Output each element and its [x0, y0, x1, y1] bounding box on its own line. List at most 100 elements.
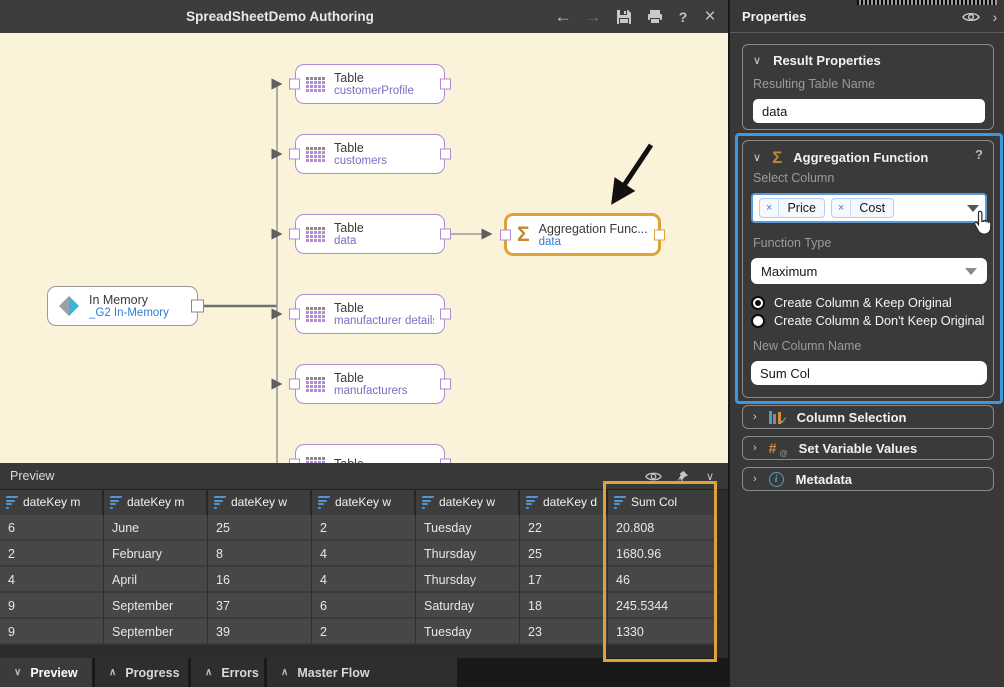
output-port[interactable] [191, 300, 204, 313]
tab-master-flow[interactable]: ∧ Master Flow [267, 658, 457, 687]
remove-chip-icon[interactable]: × [760, 199, 779, 217]
column-header[interactable]: dateKey m [0, 490, 104, 515]
eye-icon[interactable] [643, 468, 663, 485]
authoring-region: SpreadSheetDemo Authoring ← → ? × [0, 0, 728, 687]
column-header[interactable]: dateKey d [520, 490, 608, 515]
resulting-table-name-input[interactable] [753, 99, 985, 123]
collapse-panel-icon[interactable]: ∨ [700, 468, 720, 485]
section-title: Aggregation Function [793, 150, 928, 165]
eye-icon[interactable] [960, 7, 982, 26]
tab-progress[interactable]: ∧ Progress [95, 658, 188, 687]
node-title: In Memory [89, 293, 169, 307]
input-port[interactable] [500, 229, 511, 240]
table-row: 6 June 25 2 Tuesday 22 20.808 [0, 515, 718, 541]
table-cell: 2 [312, 619, 416, 645]
column-header[interactable]: dateKey w [312, 490, 416, 515]
print-icon[interactable] [642, 0, 668, 33]
input-port[interactable] [289, 79, 300, 90]
radio-keep-original[interactable]: Create Column & Keep Original [751, 296, 952, 310]
node-subtitle: manufacturers [334, 385, 408, 397]
filter-icon [6, 496, 18, 509]
select-column-multiselect[interactable]: × Price × Cost [751, 193, 987, 223]
chevron-up-icon: ∧ [205, 667, 212, 678]
chevron-right-icon[interactable]: › [984, 7, 1004, 26]
radio-unselected-icon[interactable] [751, 314, 765, 328]
table-cell: Thursday [416, 567, 520, 593]
node-table-manufacturer-details[interactable]: Table manufacturer details... [295, 294, 445, 334]
help-icon[interactable]: ? [670, 0, 696, 33]
node-table-customers[interactable]: Table customers [295, 134, 445, 174]
tab-errors[interactable]: ∧ Errors [191, 658, 264, 687]
section-set-variable-values[interactable]: › #@ Set Variable Values [742, 436, 994, 460]
chevron-down-icon: ∨ [753, 54, 761, 67]
output-port[interactable] [440, 149, 451, 160]
remove-chip-icon[interactable]: × [832, 199, 851, 217]
filter-icon [214, 496, 226, 509]
in-memory-icon [58, 295, 80, 317]
close-icon[interactable]: × [697, 0, 723, 33]
column-header[interactable]: dateKey w [416, 490, 520, 515]
table-cell: 20.808 [608, 515, 718, 541]
table-cell: 39 [208, 619, 312, 645]
node-table-data[interactable]: Table data [295, 214, 445, 254]
sigma-icon: Σ [772, 147, 782, 168]
preview-table: dateKey m dateKey m dateKey w dateKey w … [0, 490, 718, 645]
node-title: Table [334, 371, 408, 385]
output-port[interactable] [440, 229, 451, 240]
chevron-up-icon: ∧ [281, 667, 288, 678]
table-icon [306, 457, 325, 464]
output-port[interactable] [440, 79, 451, 90]
mouse-cursor-hand [971, 209, 995, 236]
node-aggregation-function[interactable]: Σ Aggregation Func... data [504, 213, 661, 256]
table-row: 4 April 16 4 Thursday 17 46 [0, 567, 718, 593]
output-port[interactable] [654, 229, 665, 240]
output-port[interactable] [440, 379, 451, 390]
table-cell: Thursday [416, 541, 520, 567]
radio-dont-keep-original[interactable]: Create Column & Don't Keep Original [751, 314, 984, 328]
output-port[interactable] [440, 309, 451, 320]
back-icon[interactable]: ← [550, 0, 576, 33]
node-table-manufacturers[interactable]: Table manufacturers [295, 364, 445, 404]
new-column-name-input[interactable] [751, 361, 987, 385]
bottom-tab-bar: ∨ Preview ∧ Progress ∧ Errors ∧ Master F… [0, 658, 728, 687]
input-port[interactable] [289, 229, 300, 240]
radio-selected-icon[interactable] [751, 296, 765, 310]
section-metadata[interactable]: › i Metadata [742, 467, 994, 491]
tab-label: Errors [221, 666, 259, 680]
section-help-icon[interactable]: ? [975, 147, 983, 162]
node-title: Table [334, 301, 434, 315]
node-table-partial[interactable]: Table [295, 444, 445, 463]
section-column-selection[interactable]: › ✓ Column Selection [742, 405, 994, 429]
output-port[interactable] [440, 459, 451, 464]
tab-preview[interactable]: ∨ Preview [0, 658, 92, 687]
tab-label: Master Flow [297, 666, 369, 680]
column-header[interactable]: Sum Col [608, 490, 718, 515]
table-icon [306, 77, 325, 92]
column-header[interactable]: dateKey w [208, 490, 312, 515]
node-table-customerprofile[interactable]: Table customerProfile [295, 64, 445, 104]
section-header-aggregation-function[interactable]: ∨ Σ Aggregation Function [753, 147, 928, 168]
input-port[interactable] [289, 149, 300, 160]
function-type-select[interactable]: Maximum [751, 258, 987, 284]
properties-header: Properties › [730, 0, 1004, 33]
forward-icon[interactable]: → [580, 0, 606, 33]
column-selection-icon: ✓ [769, 410, 785, 424]
save-icon[interactable] [611, 0, 637, 33]
filter-icon [526, 496, 538, 509]
column-header[interactable]: dateKey m [104, 490, 208, 515]
preview-table-body: 6 June 25 2 Tuesday 22 20.808 2 February… [0, 515, 718, 645]
flow-canvas[interactable]: In Memory _G2 In-Memory Table customerPr… [0, 33, 728, 463]
input-port[interactable] [289, 379, 300, 390]
node-subtitle: manufacturer details... [334, 315, 434, 327]
section-header-result-properties[interactable]: ∨ Result Properties [753, 53, 881, 68]
pin-icon[interactable] [672, 468, 692, 485]
tab-label: Progress [125, 666, 179, 680]
filter-icon [318, 496, 330, 509]
input-port[interactable] [289, 459, 300, 464]
input-port[interactable] [289, 309, 300, 320]
table-cell: 2 [0, 541, 104, 567]
chip-label: Cost [851, 199, 893, 217]
new-column-name-label: New Column Name [753, 339, 861, 353]
node-in-memory[interactable]: In Memory _G2 In-Memory [47, 286, 198, 326]
radio-label: Create Column & Don't Keep Original [774, 314, 984, 328]
